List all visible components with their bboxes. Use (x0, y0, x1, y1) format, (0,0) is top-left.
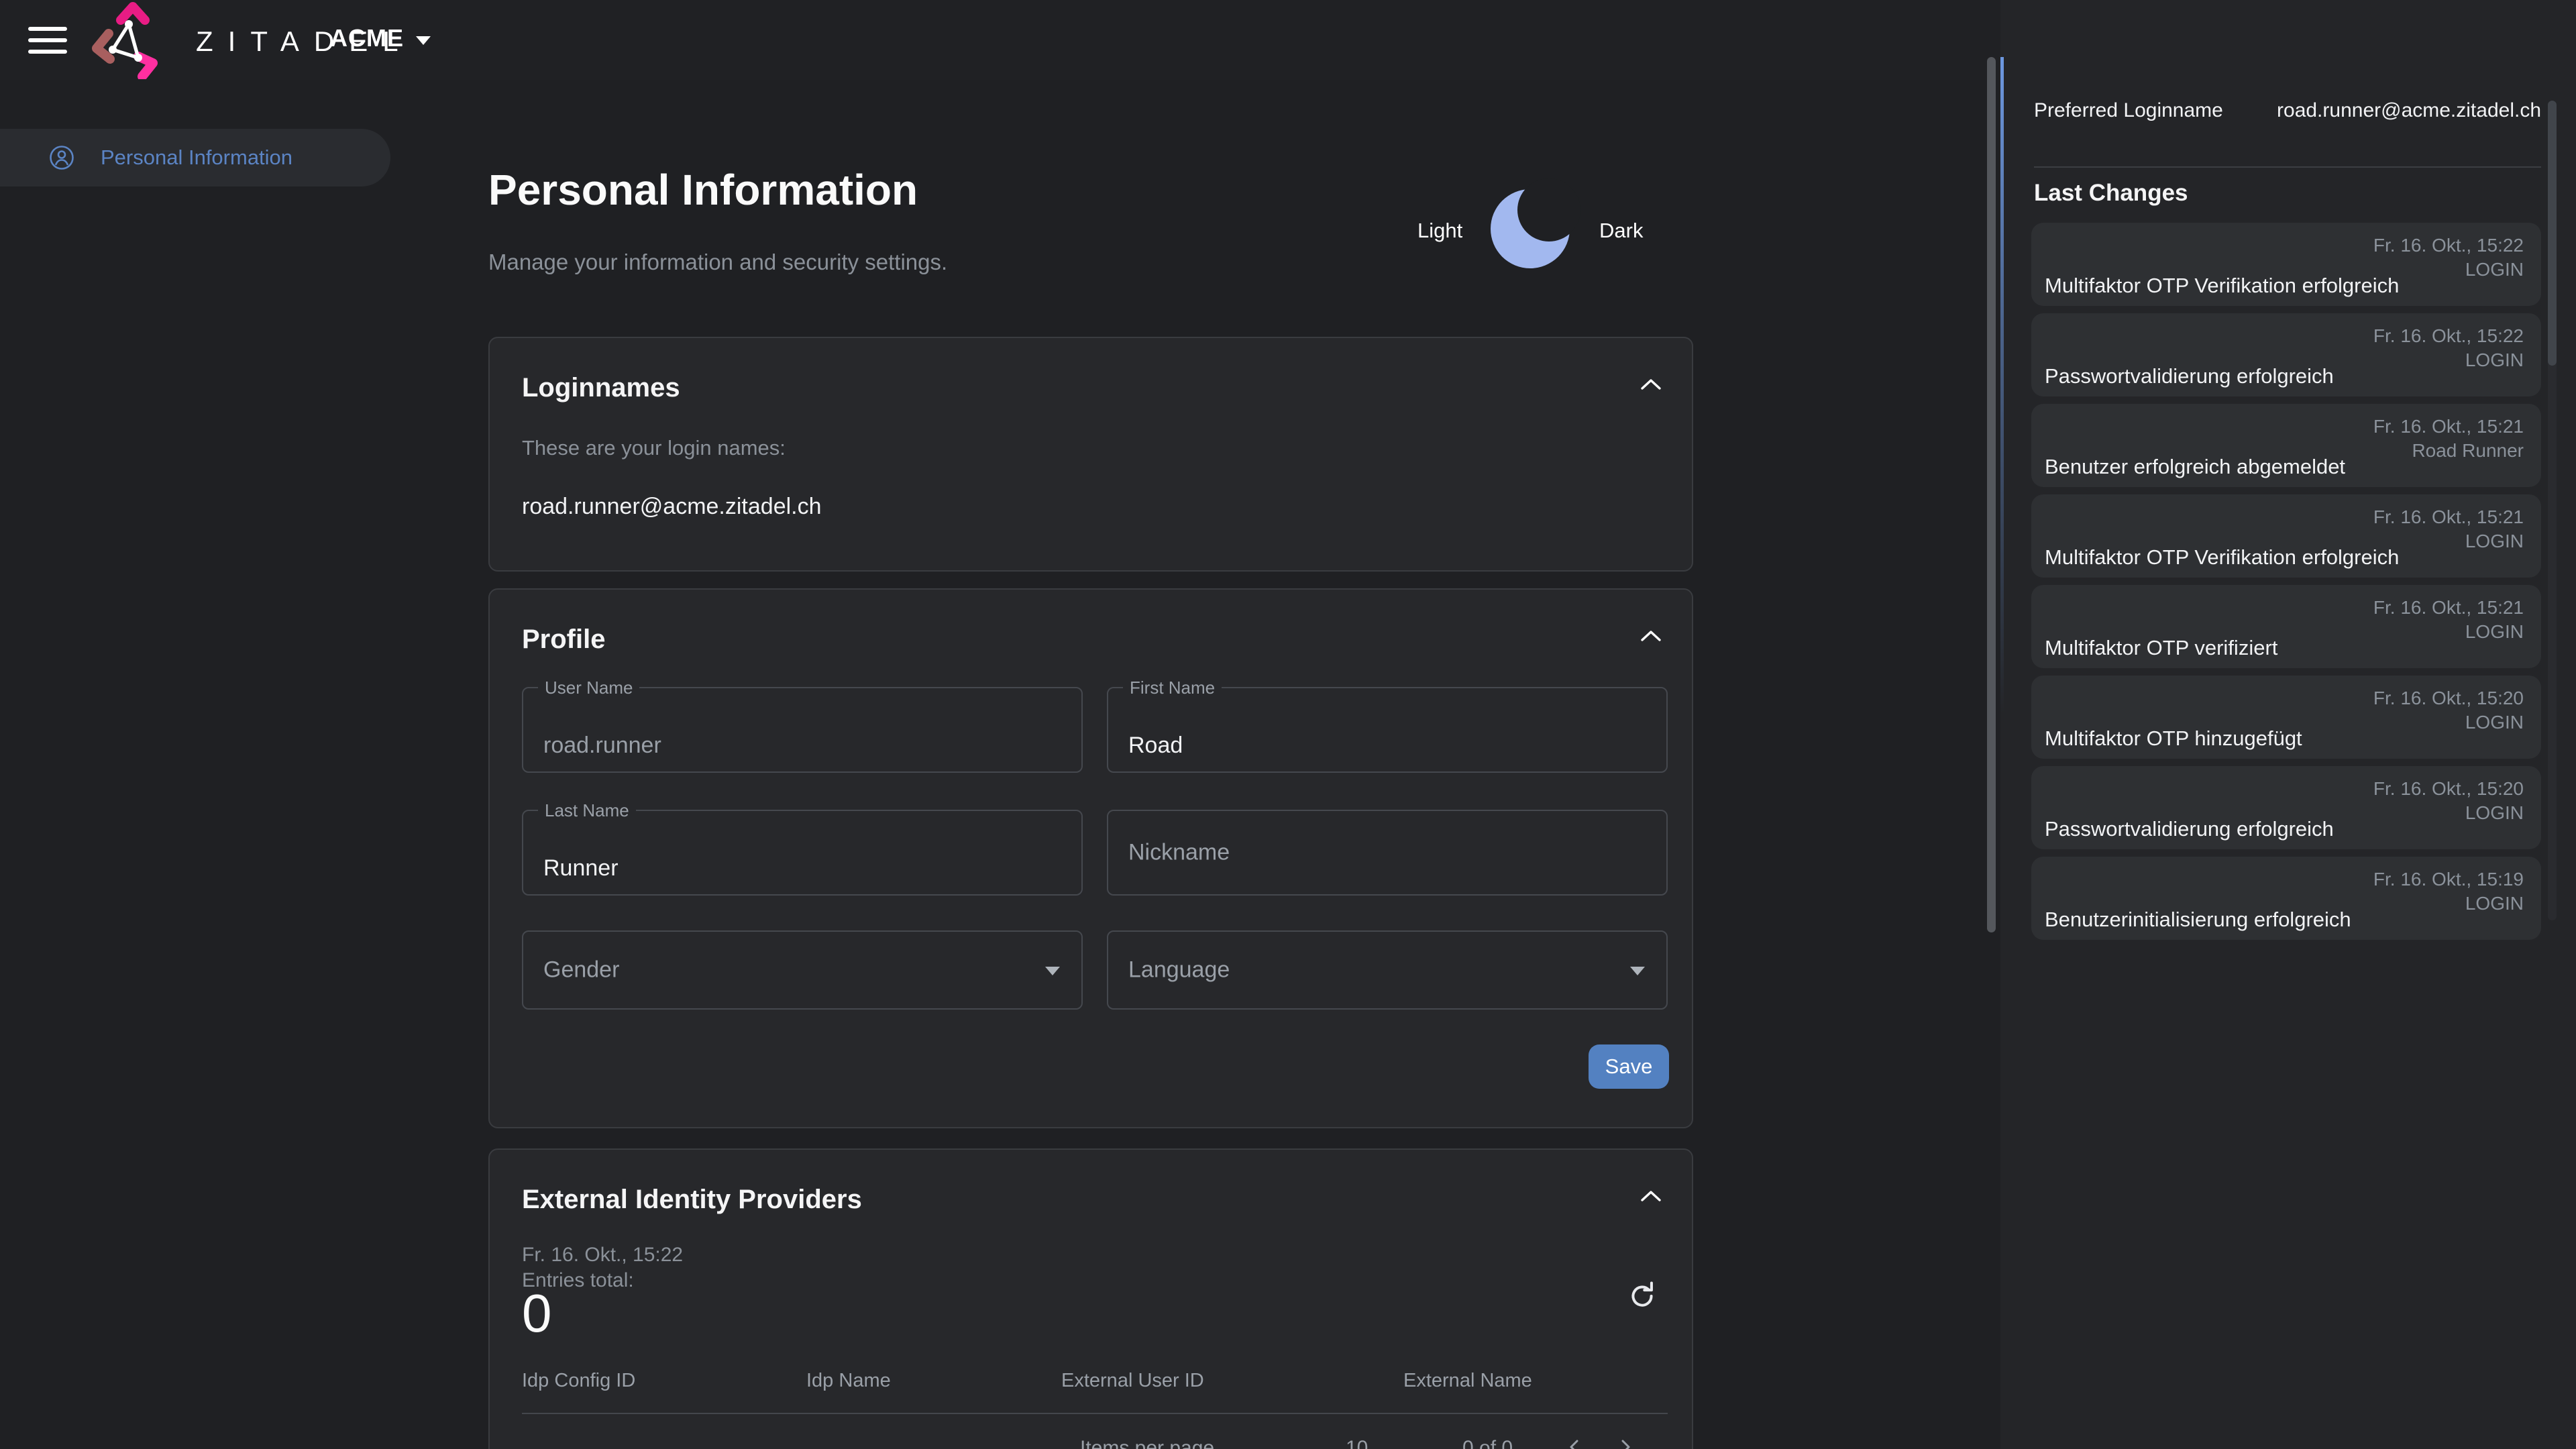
menu-icon[interactable] (28, 27, 67, 55)
gender-placeholder: Gender (543, 957, 619, 983)
idp-column-header: Idp Name (806, 1370, 891, 1392)
change-actor: LOGIN (2465, 893, 2524, 914)
select-caret-icon (1045, 967, 1060, 975)
change-actor: LOGIN (2465, 531, 2524, 552)
loginnames-card-title: Loginnames (522, 373, 680, 403)
username-field[interactable]: User Name road.runner (522, 687, 1083, 773)
chevron-right-icon[interactable] (1617, 1438, 1634, 1449)
change-item: Fr. 16. Okt., 15:22 LOGIN Passwortvalidi… (2031, 313, 2541, 396)
save-button[interactable]: Save (1589, 1044, 1669, 1089)
external-idps-card: External Identity Providers Fr. 16. Okt.… (488, 1148, 1693, 1449)
refresh-icon[interactable] (1625, 1279, 1660, 1313)
chevron-left-icon[interactable] (1566, 1438, 1583, 1449)
change-actor: Road Runner (2412, 440, 2524, 462)
change-date: Fr. 16. Okt., 15:21 (2373, 506, 2524, 528)
idp-table-header-row: Idp Config ID Idp Name External User ID … (522, 1370, 1668, 1397)
paginator: Items per page 10 0 of 0 (490, 1437, 1695, 1449)
change-item: Fr. 16. Okt., 15:20 LOGIN Passwortvalidi… (2031, 766, 2541, 849)
change-actor: LOGIN (2465, 802, 2524, 824)
change-actor: LOGIN (2465, 712, 2524, 733)
firstname-field[interactable]: First Name Road (1107, 687, 1668, 773)
select-caret-icon (1630, 967, 1645, 975)
org-switcher[interactable]: ACME (330, 24, 431, 52)
change-actor: LOGIN (2465, 259, 2524, 280)
theme-light-label[interactable]: Light (1417, 219, 1462, 243)
external-idps-card-title: External Identity Providers (522, 1185, 862, 1215)
sidebar-item-personal-information[interactable]: Personal Information (0, 129, 390, 186)
gender-select[interactable]: Gender (522, 930, 1083, 1010)
aside-scrollbar-thumb[interactable] (2548, 101, 2557, 366)
chevron-up-icon[interactable] (1640, 1189, 1662, 1203)
last-changes-title: Last Changes (2034, 180, 2188, 207)
change-text: Multifaktor OTP Verifikation erfolgreich (2045, 274, 2399, 298)
lastname-field-value: Runner (543, 855, 619, 881)
theme-dark-label[interactable]: Dark (1599, 219, 1643, 243)
user-meta-panel: Preferred Loginname road.runner@acme.zit… (2000, 0, 2576, 1449)
change-item: Fr. 16. Okt., 15:22 LOGIN Multifaktor OT… (2031, 223, 2541, 306)
change-text: Benutzer erfolgreich abgemeldet (2045, 455, 2345, 479)
firstname-field-label: First Name (1123, 678, 1222, 698)
username-field-value: road.runner (543, 733, 661, 759)
page-size-select[interactable]: 10 (1346, 1437, 1368, 1449)
chevron-up-icon[interactable] (1640, 377, 1662, 392)
entries-total-count: 0 (522, 1283, 552, 1344)
org-name: ACME (330, 24, 404, 52)
language-placeholder: Language (1128, 957, 1230, 983)
nickname-field[interactable]: Nickname (1107, 810, 1668, 896)
preferred-loginname-label: Preferred Loginname (2034, 99, 2223, 122)
change-date: Fr. 16. Okt., 15:20 (2373, 688, 2524, 709)
profile-card: Profile User Name road.runner First Name… (488, 588, 1693, 1128)
language-select[interactable]: Language (1107, 930, 1668, 1010)
change-date: Fr. 16. Okt., 15:20 (2373, 778, 2524, 800)
idp-column-header: External User ID (1061, 1370, 1204, 1392)
page-range-label: 0 of 0 (1462, 1437, 1513, 1449)
preferred-loginname-value: road.runner@acme.zitadel.ch (2277, 99, 2541, 122)
change-item: Fr. 16. Okt., 15:21 Road Runner Benutzer… (2031, 404, 2541, 487)
moon-icon[interactable] (1491, 189, 1570, 268)
change-actor: LOGIN (2465, 350, 2524, 371)
zitadel-console: ZITADEL ACME RR Personal Information Per… (0, 0, 2576, 1449)
change-item: Fr. 16. Okt., 15:21 LOGIN Multifaktor OT… (2031, 494, 2541, 578)
change-date: Fr. 16. Okt., 15:21 (2373, 416, 2524, 437)
idp-column-header: Idp Config ID (522, 1370, 635, 1392)
theme-toggle: Light Dark (1395, 189, 1717, 280)
profile-card-title: Profile (522, 625, 605, 655)
lastname-field-label: Last Name (538, 800, 636, 821)
divider (2034, 166, 2541, 168)
username-field-label: User Name (538, 678, 639, 698)
idps-timestamp: Fr. 16. Okt., 15:22 (522, 1244, 683, 1267)
change-actor: LOGIN (2465, 621, 2524, 643)
lastname-field[interactable]: Last Name Runner (522, 810, 1083, 896)
change-text: Multifaktor OTP hinzugefügt (2045, 727, 2302, 751)
change-date: Fr. 16. Okt., 15:22 (2373, 235, 2524, 256)
chevron-up-icon[interactable] (1640, 629, 1662, 643)
page-title: Personal Information (488, 165, 918, 215)
change-text: Passwortvalidierung erfolgreich (2045, 817, 2334, 841)
change-date: Fr. 16. Okt., 15:19 (2373, 869, 2524, 890)
change-text: Multifaktor OTP verifiziert (2045, 636, 2277, 660)
change-text: Passwortvalidierung erfolgreich (2045, 364, 2334, 388)
nickname-placeholder: Nickname (1128, 840, 1230, 866)
idp-column-header: External Name (1403, 1370, 1532, 1392)
change-date: Fr. 16. Okt., 15:21 (2373, 597, 2524, 619)
change-item: Fr. 16. Okt., 15:20 LOGIN Multifaktor OT… (2031, 676, 2541, 759)
person-circle-icon (48, 144, 75, 171)
change-date: Fr. 16. Okt., 15:22 (2373, 325, 2524, 347)
loginnames-description: These are your login names: (522, 436, 786, 460)
zitadel-logo[interactable] (79, 1, 184, 79)
page-subtitle: Manage your information and security set… (488, 250, 947, 275)
items-per-page-label: Items per page (1080, 1437, 1214, 1449)
loginnames-card: Loginnames These are your login names: r… (488, 337, 1693, 572)
panel-accent-border (2000, 57, 2004, 932)
sidebar-item-label: Personal Information (101, 146, 292, 170)
change-text: Multifaktor OTP Verifikation erfolgreich (2045, 545, 2399, 570)
caret-down-icon (416, 36, 431, 45)
firstname-field-value: Road (1128, 733, 1183, 759)
change-item: Fr. 16. Okt., 15:21 LOGIN Multifaktor OT… (2031, 585, 2541, 668)
table-divider (522, 1413, 1668, 1414)
loginname-value: road.runner@acme.zitadel.ch (522, 494, 822, 520)
change-text: Benutzerinitialisierung erfolgreich (2045, 908, 2351, 932)
change-item: Fr. 16. Okt., 15:19 LOGIN Benutzerinitia… (2031, 857, 2541, 940)
main-scrollbar-thumb[interactable] (1987, 57, 1996, 932)
